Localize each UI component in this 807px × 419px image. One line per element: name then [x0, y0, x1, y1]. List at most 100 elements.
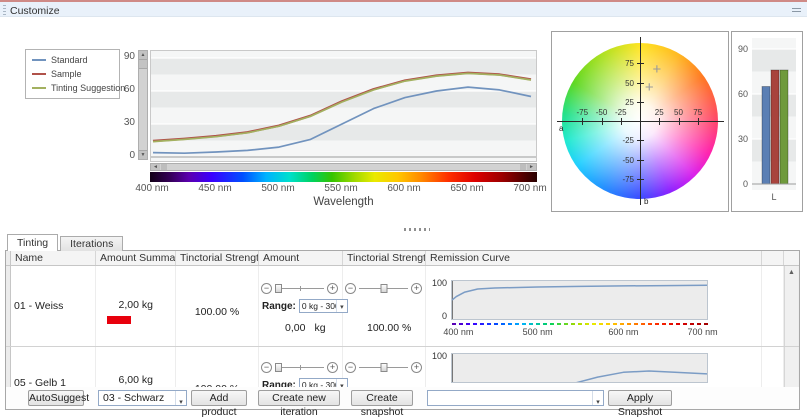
increase-amount-icon[interactable]	[327, 362, 338, 373]
table-row[interactable]: 01 - Weiss 2,00 kg 100.00 %	[6, 266, 799, 347]
scrollbar-thumb[interactable]	[520, 164, 526, 170]
a-axis-tick	[659, 118, 660, 125]
legend-item-sample: Sample	[32, 69, 113, 79]
amount-summary-value: 2,00 kg	[119, 299, 153, 311]
toolbar-grip-icon[interactable]	[3, 5, 6, 16]
legend-item-standard: Standard	[32, 55, 113, 65]
scrollbar-thumb[interactable]	[139, 60, 147, 69]
decrease-amount-icon[interactable]	[261, 362, 272, 373]
decrease-amount-icon[interactable]	[261, 283, 272, 294]
autosuggest-button[interactable]: AutoSuggest	[28, 390, 84, 406]
column-header-name[interactable]: Name	[11, 251, 96, 265]
x-tick-label: 550 nm	[324, 183, 357, 194]
create-snapshot-button[interactable]: Create snapshot	[351, 390, 413, 406]
lightness-bars-plot	[752, 38, 796, 190]
amount-slider-track[interactable]	[275, 367, 324, 368]
scroll-right-icon[interactable]: ►	[527, 164, 536, 170]
amount-slider-thumb[interactable]	[275, 284, 282, 293]
lab-color-wheel-panel: a b -75-75-50-50-25-25252550507575++	[551, 31, 729, 212]
y-tick-label: 30	[732, 134, 748, 144]
amount-slider-track[interactable]	[275, 288, 324, 289]
spectral-chart-plot	[150, 50, 537, 162]
range-combo[interactable]: 0 kg - 300 l	[299, 378, 348, 387]
lightness-y-axis: 0306090	[732, 38, 750, 190]
a-axis-tick	[698, 118, 699, 125]
scroll-down-icon[interactable]: ▼	[139, 150, 147, 159]
a-tick-label: -75	[576, 108, 588, 117]
range-label: Range:	[262, 380, 296, 388]
column-header-amount-summary[interactable]: Amount Summary	[96, 251, 176, 265]
tab-iterations[interactable]: Iterations	[60, 236, 123, 251]
amount-slider[interactable]	[261, 282, 338, 294]
range-row: Range: 0 kg - 300 l	[262, 378, 348, 387]
scroll-left-icon[interactable]: ◄	[151, 164, 160, 170]
slider-center-tick	[300, 365, 301, 370]
decrease-strength-icon[interactable]	[345, 283, 356, 294]
a-axis-tick	[582, 118, 583, 125]
amount-slider-thumb[interactable]	[275, 363, 282, 372]
product-name-cell: 01 - Weiss	[11, 266, 96, 346]
lightness-axis-label: L	[752, 192, 796, 202]
spectral-legend: Standard Sample Tinting Suggestion	[25, 49, 120, 99]
spectral-vertical-scrollbar[interactable]: ▲ ▼	[138, 50, 148, 160]
column-header-amount[interactable]: Amount	[259, 251, 343, 265]
table-scrollbar[interactable]: ▲	[784, 266, 799, 346]
column-header-tinctorial-strength[interactable]: Tinctorial Strength	[343, 251, 426, 265]
tinctorial-strength-slider[interactable]	[345, 282, 422, 294]
product-combo-value: 03 - Schwarz	[99, 391, 175, 405]
color-position-marker[interactable]: +	[645, 80, 654, 95]
a-tick-label: -25	[615, 108, 627, 117]
apply-snapshot-button[interactable]: Apply Snapshot	[608, 390, 672, 406]
tinctorial-strength-slider[interactable]	[345, 361, 422, 373]
column-header-tinctorial-strength-summary[interactable]: Tinctorial Strength Su...	[176, 251, 259, 265]
tinctorial-strength-cell	[343, 347, 426, 387]
y-tick-label: 60	[112, 84, 135, 95]
remission-plot	[451, 353, 708, 383]
product-combo[interactable]: 03 - Schwarz	[98, 390, 187, 406]
tinctorial-summary-value: 100.00 %	[176, 306, 258, 318]
toolbar-overflow-icon[interactable]	[792, 8, 801, 14]
column-header-remission-curve[interactable]: Remission Curve	[426, 251, 762, 265]
strength-slider-thumb[interactable]	[380, 363, 387, 372]
increase-strength-icon[interactable]	[411, 362, 422, 373]
y-tick-label: 90	[732, 44, 748, 54]
increase-amount-icon[interactable]	[327, 283, 338, 294]
customize-label[interactable]: Customize	[10, 5, 60, 17]
color-position-marker[interactable]: +	[653, 62, 662, 77]
x-tick-label: 500 nm	[523, 327, 553, 337]
tinctorial-summary-cell: 100.00 %	[176, 266, 259, 346]
range-combo[interactable]: 0 kg - 300 l	[299, 299, 348, 313]
spectral-horizontal-scrollbar[interactable]: ◄ ►	[150, 163, 537, 171]
table-scrollbar[interactable]	[784, 347, 799, 387]
lightness-chart-panel: 0306090 L	[731, 31, 803, 212]
scrollbar-header	[784, 251, 799, 265]
panel-splitter-handle[interactable]	[404, 228, 430, 231]
scrollbar-thumb[interactable]	[161, 164, 167, 170]
amount-cell: Range: 0 kg - 300 l	[259, 347, 343, 387]
lower-tabs: Tinting Iterations	[7, 234, 125, 251]
amount-slider[interactable]	[261, 361, 338, 373]
tinting-suggestion-line-swatch	[32, 87, 46, 89]
snapshot-combo[interactable]	[427, 390, 604, 406]
tab-tinting[interactable]: Tinting	[7, 234, 58, 251]
table-row[interactable]: 05 - Gelb 1 6,00 kg 100.00 %	[6, 347, 799, 387]
scroll-up-icon[interactable]: ▲	[139, 51, 147, 60]
create-new-iteration-button[interactable]: Create new iteration	[258, 390, 340, 406]
b-tick-label: 50	[625, 79, 634, 88]
increase-strength-icon[interactable]	[411, 283, 422, 294]
chevron-down-icon[interactable]	[592, 391, 603, 405]
x-tick-label: 600 nm	[387, 183, 420, 194]
strength-slider-track[interactable]	[359, 367, 408, 368]
add-product-button[interactable]: Add product	[191, 390, 247, 406]
strength-slider-track[interactable]	[359, 288, 408, 289]
strength-slider-thumb[interactable]	[380, 284, 387, 293]
remission-spectrum-axis	[452, 323, 709, 325]
amount-summary-value: 6,00 kg	[119, 374, 153, 386]
standard-line-swatch	[32, 59, 46, 61]
scroll-up-icon[interactable]: ▲	[788, 269, 795, 276]
a-tick-label: 50	[674, 108, 683, 117]
x-tick-label: 600 nm	[608, 327, 638, 337]
amount-value[interactable]: 0,00	[285, 322, 305, 334]
chevron-down-icon[interactable]	[175, 391, 186, 405]
decrease-strength-icon[interactable]	[345, 362, 356, 373]
